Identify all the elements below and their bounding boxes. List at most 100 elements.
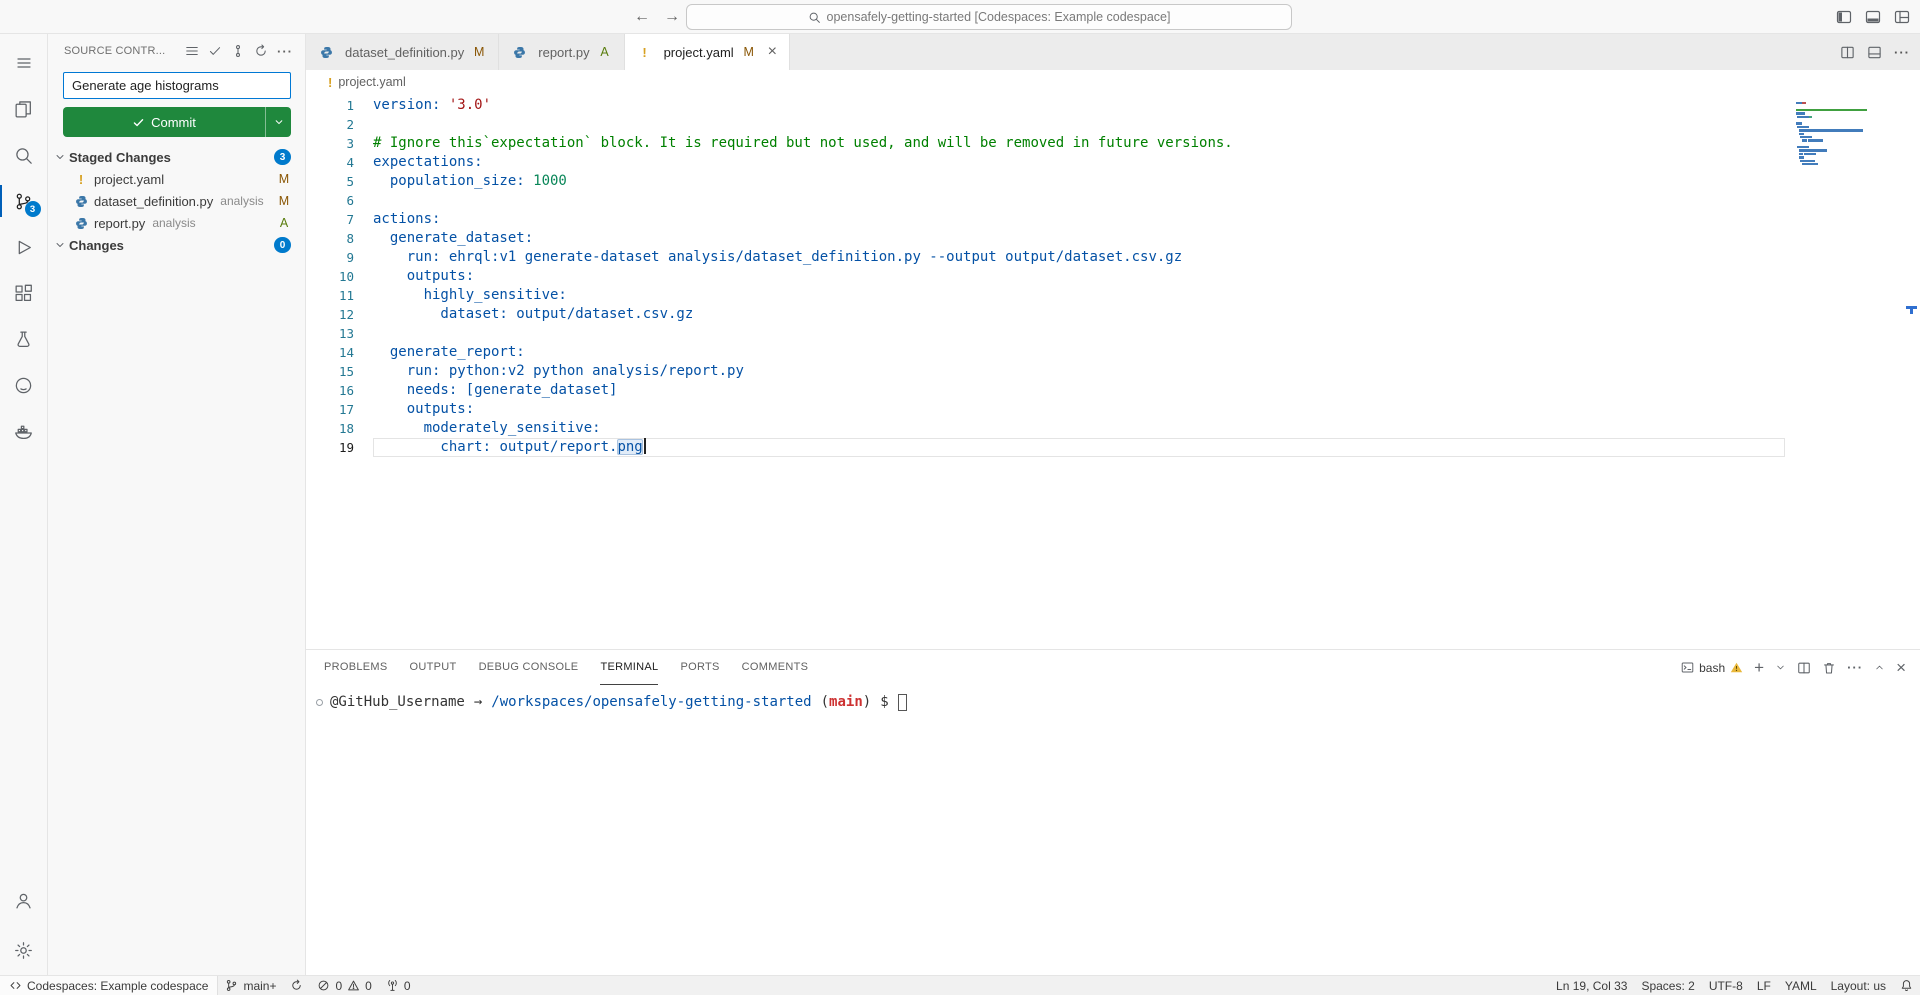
status-layout-us[interactable]: Layout: us: [1824, 976, 1893, 995]
forward-button[interactable]: →: [664, 8, 680, 26]
source-control-icon[interactable]: 3: [0, 178, 48, 224]
scm-file-report.py[interactable]: report.pyanalysisA: [48, 212, 305, 234]
tab-report.py[interactable]: report.pyA: [499, 34, 624, 70]
bottom-panel: PROBLEMS OUTPUT DEBUG CONSOLE TERMINAL PORTS…: [306, 649, 1920, 975]
code-line-19[interactable]: chart: output/report.png: [373, 438, 1785, 457]
customize-layout-icon[interactable]: [1894, 9, 1910, 25]
file-name: dataset_definition.py: [94, 194, 213, 209]
github-icon[interactable]: [0, 362, 48, 408]
panel-tab-comments[interactable]: COMMENTS: [742, 650, 809, 685]
status-problems[interactable]: 0 0: [310, 976, 378, 995]
code-line-10[interactable]: outputs:: [373, 267, 1785, 286]
code-line-2[interactable]: [373, 115, 1785, 134]
scm-file-project.yaml[interactable]: !project.yamlM: [48, 168, 305, 190]
commit-dropdown[interactable]: [265, 107, 291, 137]
toggle-panel-icon[interactable]: [1865, 9, 1881, 25]
new-terminal-icon[interactable]: +: [1754, 659, 1764, 676]
tab-dataset_definition.py[interactable]: dataset_definition.pyM: [306, 34, 499, 70]
code-line-8[interactable]: generate_dataset:: [373, 229, 1785, 248]
code-line-15[interactable]: run: python:v2 python analysis/report.py: [373, 362, 1785, 381]
settings-gear-icon[interactable]: [0, 927, 48, 973]
kill-terminal-icon[interactable]: [1822, 661, 1836, 675]
commit-button[interactable]: Commit: [63, 107, 291, 137]
refresh-icon[interactable]: [254, 44, 268, 58]
codespaces-remote-icon: [9, 979, 22, 992]
toggle-sidebar-icon[interactable]: [1836, 9, 1852, 25]
python-file-icon: [73, 217, 89, 230]
status-remote-indicator[interactable]: Codespaces: Example codespace: [0, 976, 218, 995]
maximize-panel-icon[interactable]: [1874, 662, 1885, 673]
status-sync[interactable]: [283, 976, 310, 995]
more-actions-icon[interactable]: ···: [1894, 45, 1910, 60]
back-button[interactable]: ←: [634, 8, 650, 26]
accounts-icon[interactable]: [0, 877, 48, 923]
shell-selector[interactable]: bash: [1681, 661, 1743, 675]
python-file-icon: [73, 195, 89, 208]
code-line-12[interactable]: dataset: output/dataset.csv.gz: [373, 305, 1785, 324]
code-line-14[interactable]: generate_report:: [373, 343, 1785, 362]
commit-message-input[interactable]: [63, 72, 291, 99]
code-line-9[interactable]: run: ehrql:v1 generate-dataset analysis/…: [373, 248, 1785, 267]
status-yaml[interactable]: YAML: [1778, 976, 1824, 995]
panel-tab-ports[interactable]: PORTS: [680, 650, 719, 685]
title-bar: ← → opensafely-getting-started [Codespac…: [0, 0, 1920, 34]
line-number: 12: [306, 305, 373, 324]
code-line-13[interactable]: [373, 324, 1785, 343]
line-number: 11: [306, 286, 373, 305]
editor-layout-icon[interactable]: [1867, 45, 1882, 60]
code-line-4[interactable]: expectations:: [373, 153, 1785, 172]
code-line-16[interactable]: needs: [generate_dataset]: [373, 381, 1785, 400]
status-utf-8[interactable]: UTF-8: [1702, 976, 1750, 995]
line-number: 14: [306, 343, 373, 362]
close-tab-icon[interactable]: ×: [768, 44, 777, 60]
tab-bar: dataset_definition.pyMreport.pyA!project…: [306, 34, 1920, 70]
staged-changes-header[interactable]: Staged Changes 3: [48, 146, 305, 168]
view-as-list-icon[interactable]: [185, 44, 199, 58]
code-line-5[interactable]: population_size: 1000: [373, 172, 1785, 191]
status-lf[interactable]: LF: [1750, 976, 1778, 995]
minimap[interactable]: [1796, 102, 1894, 166]
code-line-1[interactable]: version: '3.0': [373, 96, 1785, 115]
search-icon[interactable]: [0, 132, 48, 178]
panel-more-icon[interactable]: ···: [1847, 660, 1863, 675]
command-center-search[interactable]: opensafely-getting-started [Codespaces: …: [686, 4, 1292, 30]
status-branch[interactable]: main+: [218, 976, 283, 995]
commit-check-icon[interactable]: [208, 44, 222, 58]
code-line-3[interactable]: # Ignore this`expectation` block. It is …: [373, 134, 1785, 153]
tab-project.yaml[interactable]: !project.yamlM×: [625, 34, 790, 70]
status-ports[interactable]: 0: [379, 976, 418, 995]
line-number: 13: [306, 324, 373, 343]
status-notifications[interactable]: [1893, 976, 1920, 995]
terminal-user: @GitHub_Username: [330, 694, 465, 710]
code-line-11[interactable]: highly_sensitive:: [373, 286, 1785, 305]
code-line-17[interactable]: outputs:: [373, 400, 1785, 419]
line-number: 3: [306, 134, 373, 153]
run-debug-icon[interactable]: [0, 224, 48, 270]
scm-file-dataset_definition.py[interactable]: dataset_definition.pyanalysisM: [48, 190, 305, 212]
terminal-content[interactable]: @GitHub_Username → /workspaces/opensafel…: [306, 685, 1920, 975]
graph-icon[interactable]: [231, 44, 245, 58]
close-panel-icon[interactable]: ×: [1896, 659, 1906, 676]
panel-tab-terminal[interactable]: TERMINAL: [600, 650, 658, 685]
explorer-icon[interactable]: [0, 86, 48, 132]
split-terminal-icon[interactable]: [1797, 661, 1811, 675]
panel-tab-debug-console[interactable]: DEBUG CONSOLE: [479, 650, 579, 685]
overview-ruler[interactable]: [1906, 94, 1918, 649]
code-line-7[interactable]: actions:: [373, 210, 1785, 229]
split-editor-icon[interactable]: [1840, 45, 1855, 60]
menu-icon[interactable]: [0, 40, 48, 86]
more-actions-icon[interactable]: ···: [277, 44, 293, 59]
command-decoration-icon[interactable]: [316, 699, 323, 706]
status-ln-19-col-33[interactable]: Ln 19, Col 33: [1549, 976, 1634, 995]
panel-tab-output[interactable]: OUTPUT: [410, 650, 457, 685]
status-spaces-2[interactable]: Spaces: 2: [1634, 976, 1701, 995]
breadcrumb[interactable]: ! project.yaml: [306, 70, 1920, 94]
launch-profile-chevron-icon[interactable]: [1775, 662, 1786, 673]
changes-header[interactable]: Changes 0: [48, 234, 305, 256]
extensions-icon[interactable]: [0, 270, 48, 316]
testing-beaker-icon[interactable]: [0, 316, 48, 362]
code-line-6[interactable]: [373, 191, 1785, 210]
panel-tab-problems[interactable]: PROBLEMS: [324, 650, 388, 685]
code-line-18[interactable]: moderately_sensitive:: [373, 419, 1785, 438]
docker-icon[interactable]: [0, 408, 48, 454]
